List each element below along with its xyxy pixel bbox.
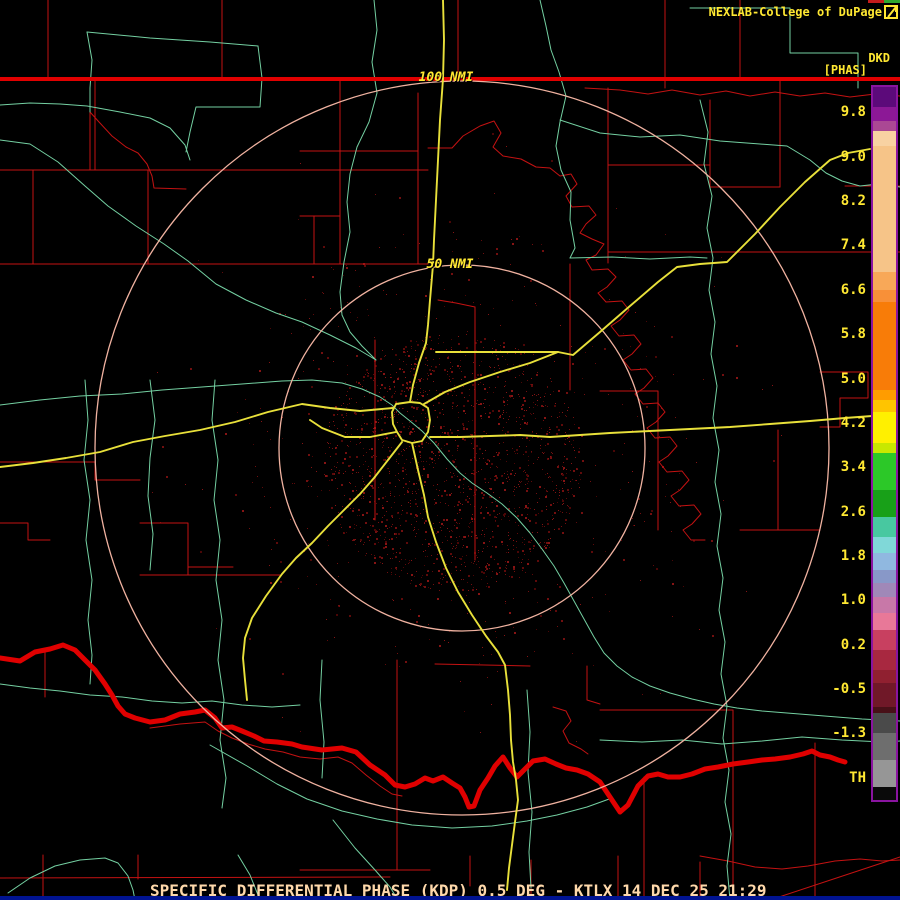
colorbar-segment: [873, 517, 896, 537]
county-line: [584, 87, 900, 98]
radar-map: [0, 0, 900, 900]
county-line: [709, 164, 781, 188]
colorbar-tick-label: 2.6: [840, 504, 866, 520]
colorbar-segment: [873, 490, 896, 517]
river-line: [185, 45, 263, 153]
colorbar-tick-label: 0.2: [840, 637, 866, 653]
river-line: [0, 139, 377, 361]
red-river-border: [0, 642, 848, 815]
county-line: [586, 665, 601, 705]
river-line: [526, 689, 533, 889]
colorbar-tick-label: 1.0: [840, 592, 866, 608]
colorbar-tick-label: 7.4: [840, 237, 866, 253]
colorbar-segment: [873, 733, 896, 760]
river-line: [7, 857, 136, 900]
colorbar-segment: [873, 760, 896, 787]
county-line: [0, 522, 51, 541]
county-line: [434, 663, 531, 667]
colorbar-segment: [873, 597, 896, 613]
county-line: [599, 390, 659, 531]
range-ring-label-100nmi: 100 NMI: [418, 70, 474, 85]
colorbar-segment: [873, 107, 896, 121]
colorbar-segment: [873, 570, 896, 583]
colorbar-tick-label: -1.3: [832, 725, 866, 741]
colorbar-tick-label: 8.2: [840, 193, 866, 209]
colorbar-segment: [873, 613, 896, 630]
colorbar-segment: [873, 537, 896, 553]
river-line: [147, 379, 156, 571]
colorbar-tick-label: 9.8: [840, 104, 866, 120]
colorbar-segment: [873, 443, 896, 453]
colorbar-segment: [873, 553, 896, 570]
colorbar-tick-label: 1.8: [840, 548, 866, 564]
top-green-strip: [884, 0, 900, 3]
colorbar-segment: [873, 583, 896, 597]
colorbar: [871, 85, 898, 802]
colorbar-segment: [873, 272, 896, 290]
colorbar-tick-label: -0.5: [832, 681, 866, 697]
river-line: [83, 379, 93, 685]
colorbar-segment: [873, 302, 896, 390]
river-line: [319, 659, 325, 779]
highway-line: [411, 442, 519, 891]
colorbar-segment: [873, 683, 896, 707]
product-phase: [PHAS]: [823, 63, 867, 77]
colorbar-segment: [873, 400, 896, 412]
river-line: [86, 31, 259, 47]
colorbar-segment: [873, 453, 896, 490]
river-line: [699, 99, 732, 900]
river-line: [0, 379, 900, 722]
colorbar-tick-label: 5.0: [840, 371, 866, 387]
highway-line: [309, 419, 397, 438]
river-line: [539, 0, 576, 259]
colorbar-segment: [873, 650, 896, 670]
highway-line: [242, 441, 403, 701]
range-ring-50nmi: [278, 264, 646, 632]
colorbar-segment: [873, 121, 896, 131]
colorbar-segment: [873, 87, 896, 107]
cod-weather-logo-icon: [884, 4, 898, 19]
range-ring-label-50nmi: 50 NMI: [426, 257, 474, 272]
river-line: [86, 31, 93, 113]
highway-line: [409, 0, 445, 403]
colorbar-segment: [873, 131, 896, 146]
river-line: [569, 256, 708, 260]
county-line: [552, 706, 589, 755]
top-red-strip: [868, 0, 884, 3]
highway-line: [423, 148, 871, 405]
colorbar-tick-label: 3.4: [840, 459, 866, 475]
county-line: [437, 299, 476, 308]
colorbar-tick-label: 5.8: [840, 326, 866, 342]
colorbar-segment: [873, 146, 896, 272]
county-line: [607, 99, 711, 166]
colorbar-segment: [873, 290, 896, 302]
colorbar-tick-label: TH: [849, 770, 866, 786]
colorbar-tick-label: 9.0: [840, 149, 866, 165]
brand-title: NEXLAB-College of DuPage: [708, 5, 882, 19]
colorbar-segment: [873, 412, 896, 443]
county-line: [0, 876, 391, 879]
colorbar-tick-label: 6.6: [840, 282, 866, 298]
colorbar-segment: [873, 713, 896, 733]
product-code: DKD: [868, 51, 890, 65]
colorbar-tick-label: 4.2: [840, 415, 866, 431]
colorbar-segment: [873, 630, 896, 650]
state-borders: [0, 77, 900, 815]
colorbar-segment: [873, 787, 896, 800]
bottom-strip: [0, 896, 900, 900]
radar-viewer: NEXLAB-College of DuPage DKD [PHAS] 100 …: [0, 0, 900, 900]
county-line: [769, 856, 900, 900]
highway-line: [0, 403, 394, 468]
colorbar-segment: [873, 670, 896, 683]
county-line: [89, 111, 187, 190]
river-line: [211, 379, 227, 809]
colorbar-segment: [873, 390, 896, 400]
